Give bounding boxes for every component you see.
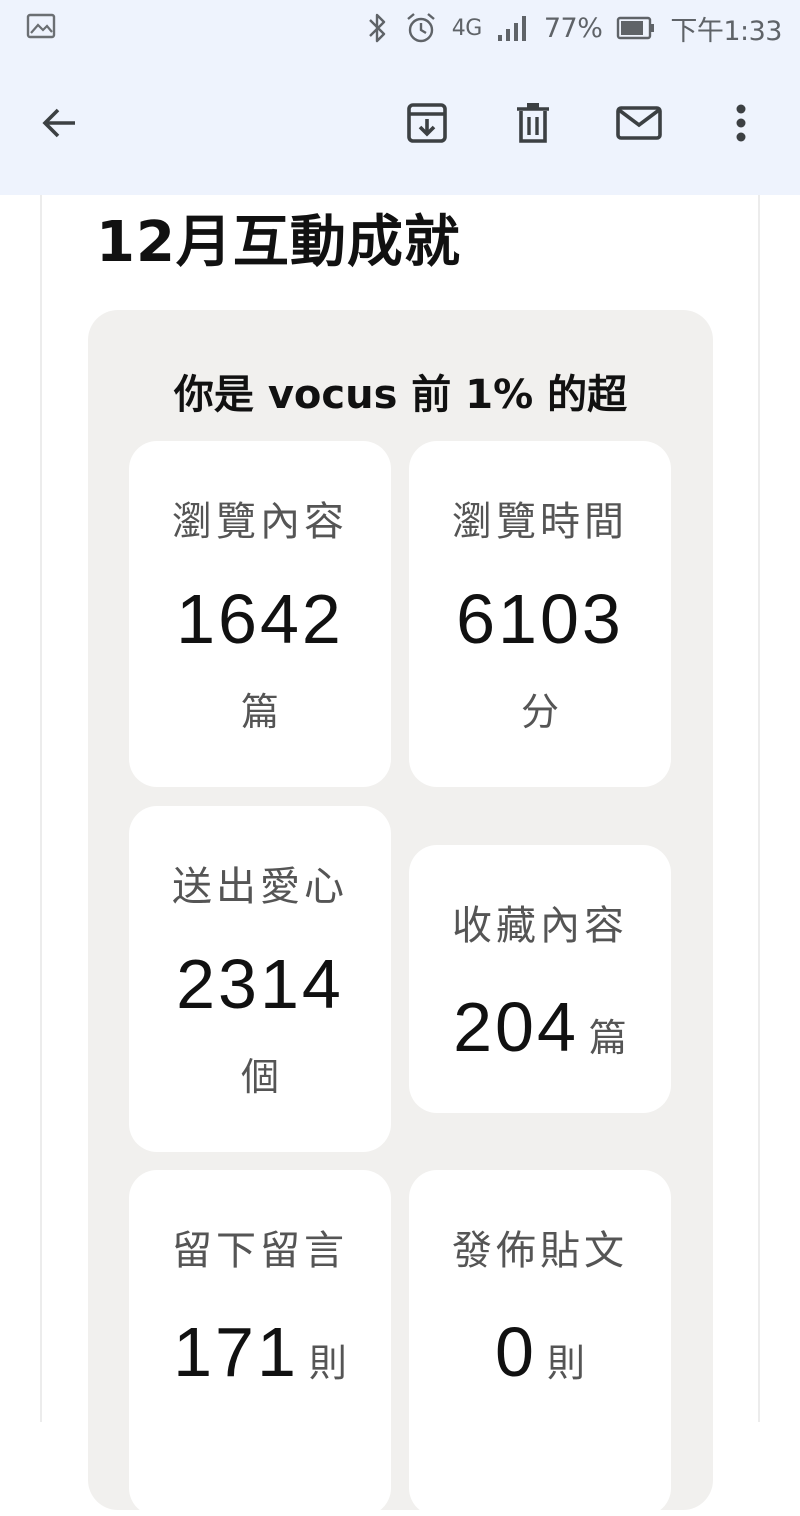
archive-button[interactable] — [396, 94, 458, 156]
headline: 12月互動成就 — [96, 210, 461, 275]
network-type: 4G — [451, 15, 483, 41]
stat-unit: 個 — [240, 1055, 279, 1099]
status-bar: 4G 77% 下午1:33 — [0, 0, 800, 56]
top-bar: 4G 77% 下午1:33 — [0, 0, 800, 195]
stat-unit: 篇 — [588, 1016, 627, 1060]
app-bar — [0, 80, 800, 170]
email-body[interactable]: 12月互動成就 你是 vocus 前 1% 的超 瀏覽內容 1642 篇 瀏覽時… — [0, 195, 800, 1516]
stat-card-comments: 留下留言 171 則 — [129, 1170, 391, 1516]
battery-percent: 77% — [543, 12, 603, 44]
panel-title: 你是 vocus 前 1% 的超 — [173, 372, 628, 418]
more-options-button[interactable] — [710, 94, 772, 156]
image-icon — [26, 13, 56, 41]
stat-unit: 則 — [308, 1341, 347, 1385]
stat-card-likes: 送出愛心 2314 個 — [129, 806, 391, 1152]
stat-value: 1642 — [176, 580, 344, 658]
stat-unit: 則 — [546, 1341, 585, 1385]
signal-icon — [496, 13, 530, 43]
stat-value: 171 — [173, 1313, 299, 1391]
stat-label: 送出愛心 — [172, 864, 348, 910]
bluetooth-icon — [366, 11, 390, 45]
battery-icon — [616, 15, 656, 41]
stat-value: 6103 — [456, 580, 624, 658]
back-button[interactable] — [28, 94, 90, 156]
clock: 下午1:33 — [670, 15, 782, 47]
stat-label: 收藏內容 — [452, 903, 628, 949]
alarm-icon — [404, 11, 438, 45]
stat-value: 204 — [453, 988, 579, 1066]
delete-button[interactable] — [502, 94, 564, 156]
stat-value: 0 — [495, 1313, 537, 1391]
stat-card-views: 瀏覽內容 1642 篇 — [129, 441, 391, 787]
back-arrow-icon — [39, 103, 79, 147]
stat-value: 2314 — [176, 945, 344, 1023]
stat-unit: 分 — [520, 690, 559, 734]
mail-icon — [615, 105, 663, 145]
stat-label: 留下留言 — [172, 1228, 348, 1274]
stat-card-view-time: 瀏覽時間 6103 分 — [409, 441, 671, 787]
stat-unit: 篇 — [240, 690, 279, 734]
stat-label: 瀏覽內容 — [172, 499, 348, 545]
stat-label: 瀏覽時間 — [452, 499, 628, 545]
more-vert-icon — [735, 103, 747, 147]
stats-panel: 你是 vocus 前 1% 的超 瀏覽內容 1642 篇 瀏覽時間 6103 分… — [88, 310, 713, 1516]
trash-icon — [513, 101, 553, 149]
archive-icon — [405, 101, 449, 149]
stat-card-saved: 收藏內容 204 篇 — [409, 845, 671, 1113]
stat-label: 發佈貼文 — [452, 1228, 628, 1274]
mark-unread-button[interactable] — [608, 94, 670, 156]
stat-card-posts: 發佈貼文 0 則 — [409, 1170, 671, 1516]
